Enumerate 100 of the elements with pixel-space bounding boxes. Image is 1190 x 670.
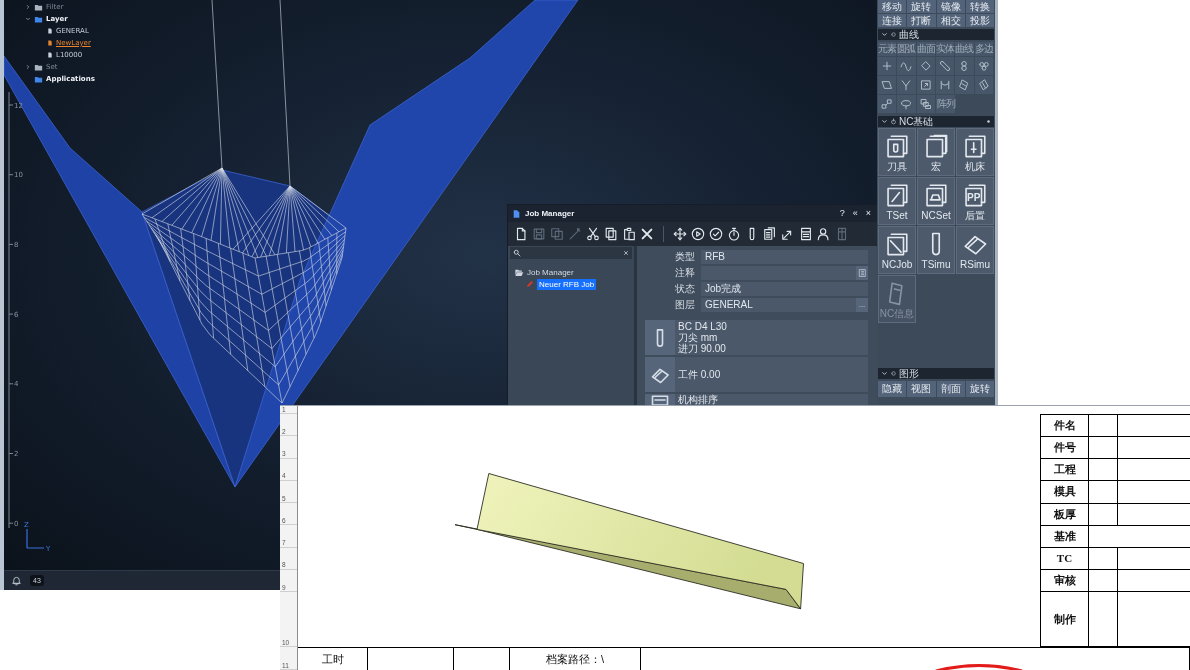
category-tab[interactable]: 曲面 — [916, 42, 936, 56]
file-icon[interactable] — [514, 227, 528, 241]
tool-button[interactable]: 移动 — [878, 0, 907, 13]
tool-button[interactable] — [878, 57, 898, 76]
nc-tile[interactable]: NCJob — [878, 226, 916, 274]
tool-button[interactable] — [897, 76, 917, 95]
window-title: Job Manager — [525, 209, 575, 218]
chevron-icon[interactable] — [25, 64, 31, 70]
nc-tile[interactable]: TSet — [878, 177, 916, 225]
parallelogram-icon — [881, 79, 894, 91]
tool-button[interactable]: 相交 — [936, 14, 965, 27]
nc-tile[interactable]: 机床 — [956, 128, 994, 176]
tool-button[interactable] — [955, 76, 975, 95]
edit-button[interactable] — [856, 266, 868, 280]
nc-tile[interactable]: PP 后置 — [956, 177, 994, 225]
clipboard-icon[interactable] — [622, 227, 636, 241]
input-field[interactable]: Job完成 — [701, 282, 868, 296]
tool-button[interactable] — [878, 76, 898, 95]
plus-icon — [881, 60, 894, 72]
tool-button[interactable] — [897, 95, 917, 114]
ring-icon — [890, 31, 897, 38]
table-cell: 档案路径：\ — [510, 648, 641, 670]
nc-tile[interactable]: NCSet — [917, 177, 955, 225]
chevron-icon[interactable] — [25, 16, 31, 22]
folder-icon — [514, 267, 524, 277]
card-line: BC D4 L30 — [678, 321, 727, 332]
table-cell: 模具 — [1041, 481, 1089, 504]
tool-button[interactable] — [878, 95, 898, 114]
section-header[interactable]: 曲线 — [878, 29, 994, 40]
tilted-box-icon — [977, 79, 990, 91]
clover-icon — [977, 60, 990, 72]
field-label: 注释 — [674, 268, 695, 278]
category-tab[interactable]: 多边 — [974, 42, 994, 56]
section-header[interactable]: 图形 — [878, 368, 994, 379]
table-cell: 件号 — [1041, 437, 1089, 460]
power-icon — [890, 118, 897, 125]
category-tab[interactable]: 曲线 — [955, 42, 975, 56]
tool-button[interactable]: 剖面 — [936, 381, 965, 397]
title-bar-button[interactable]: ? — [837, 209, 847, 218]
title-bar-button[interactable]: × — [863, 209, 873, 218]
play-icon[interactable] — [691, 227, 705, 241]
input-field[interactable]: GENERAL — [701, 298, 856, 312]
tool-button[interactable] — [955, 57, 975, 76]
copy-icon[interactable] — [604, 227, 618, 241]
branch-icon — [900, 79, 913, 91]
tool-button[interactable]: 连接 — [878, 14, 907, 27]
input-field[interactable] — [701, 266, 856, 280]
field-label: 图层 — [674, 300, 695, 310]
tool-button[interactable] — [936, 57, 956, 76]
move-icon[interactable] — [673, 227, 687, 241]
tool-button[interactable]: 转换 — [965, 0, 994, 13]
nc-tile[interactable]: TSimu — [917, 226, 955, 274]
chevron-icon[interactable] — [25, 4, 31, 10]
stopwatch-icon[interactable] — [727, 227, 741, 241]
tool-stack-icon — [884, 132, 910, 159]
document-icon[interactable] — [763, 227, 777, 241]
table-cell — [1089, 547, 1118, 570]
app-icon — [512, 208, 521, 219]
tool-button[interactable] — [936, 76, 956, 95]
table-cell: 基准 — [1041, 525, 1089, 548]
browse-button[interactable]: ... — [856, 298, 868, 312]
field-label: 状态 — [674, 284, 695, 294]
nc-tile[interactable]: RSimu — [956, 226, 994, 274]
tool-button[interactable]: 旋转 — [907, 0, 936, 13]
scissors-icon[interactable] — [586, 227, 600, 241]
clear-icon[interactable] — [623, 250, 629, 256]
table-cell — [1089, 459, 1118, 482]
category-tab[interactable]: 圆弧 — [897, 42, 917, 56]
tree-item[interactable]: Neuer RFB Job — [537, 278, 597, 290]
table-cell: 工时 — [298, 648, 368, 670]
tool-button[interactable]: 投影 — [965, 14, 994, 27]
tree-label[interactable]: Job Manager — [527, 267, 574, 277]
category-tab[interactable]: 元素 — [878, 42, 898, 56]
delete-icon[interactable] — [640, 227, 654, 241]
chevron-icon — [881, 31, 888, 38]
category-tab[interactable]: 实体 — [936, 42, 956, 56]
card-icon[interactable] — [799, 227, 813, 241]
tool-button[interactable]: 隐藏 — [878, 381, 907, 397]
nc-tile[interactable]: 刀具 — [878, 128, 916, 176]
tool-button[interactable]: 打断 — [907, 14, 936, 27]
axis-triad-icon — [26, 528, 45, 549]
tool-button[interactable]: 旋转 — [965, 381, 994, 397]
input-field[interactable]: RFB — [701, 250, 868, 264]
section-header[interactable]: NC基础 — [878, 116, 994, 127]
search-field[interactable] — [510, 247, 632, 259]
table-cell: 件名 — [1041, 415, 1089, 438]
spindle-stack-icon — [962, 132, 988, 159]
bell-icon[interactable] — [11, 575, 22, 586]
card-line: 机构排序 — [678, 394, 718, 405]
tilted-rect-icon — [958, 79, 971, 91]
nc-tile[interactable]: 宏 — [917, 128, 955, 176]
tool-button[interactable]: 镜像 — [936, 0, 965, 13]
tool-button[interactable]: 阵列 — [936, 95, 956, 114]
tool-button[interactable]: 视图 — [907, 381, 936, 397]
search-icon — [513, 249, 521, 257]
title-bar-button[interactable]: « — [850, 209, 860, 218]
wave-icon — [900, 60, 913, 72]
check-icon[interactable] — [709, 227, 723, 241]
tool-button[interactable] — [897, 57, 917, 76]
user-icon[interactable] — [817, 227, 831, 241]
